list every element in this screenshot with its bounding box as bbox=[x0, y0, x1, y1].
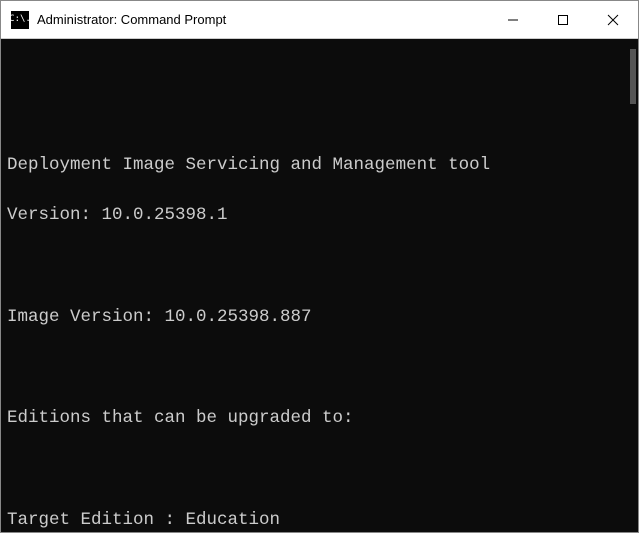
blank-line bbox=[7, 457, 632, 482]
scrollbar-thumb[interactable] bbox=[630, 49, 636, 104]
maximize-icon bbox=[557, 14, 569, 26]
window-controls bbox=[488, 1, 638, 38]
edition-prefix: Target Edition : bbox=[7, 510, 186, 530]
image-version-line: Image Version: 10.0.25398.887 bbox=[7, 305, 632, 330]
blank-line bbox=[7, 254, 632, 279]
dism-version-line: Version: 10.0.25398.1 bbox=[7, 203, 632, 228]
maximize-button[interactable] bbox=[538, 1, 588, 38]
minimize-button[interactable] bbox=[488, 1, 538, 38]
version-label: Version: bbox=[7, 205, 102, 225]
blank-line bbox=[7, 356, 632, 381]
titlebar[interactable]: C:\. Administrator: Command Prompt bbox=[1, 1, 638, 39]
terminal-output[interactable]: Deployment Image Servicing and Managemen… bbox=[1, 39, 638, 532]
close-button[interactable] bbox=[588, 1, 638, 38]
edition-value: Education bbox=[186, 510, 281, 530]
close-icon bbox=[607, 14, 619, 26]
image-version-value: 10.0.25398.887 bbox=[165, 307, 312, 327]
blank-line bbox=[7, 102, 632, 127]
window: C:\. Administrator: Command Prompt Deplo… bbox=[0, 0, 639, 533]
version-value: 10.0.25398.1 bbox=[102, 205, 228, 225]
minimize-icon bbox=[507, 14, 519, 26]
edition-row: Target Edition : Education bbox=[7, 508, 632, 532]
cmd-icon: C:\. bbox=[11, 11, 29, 29]
editions-header: Editions that can be upgraded to: bbox=[7, 406, 632, 431]
image-version-label: Image Version: bbox=[7, 307, 165, 327]
window-title: Administrator: Command Prompt bbox=[37, 12, 226, 27]
dism-header: Deployment Image Servicing and Managemen… bbox=[7, 153, 632, 178]
